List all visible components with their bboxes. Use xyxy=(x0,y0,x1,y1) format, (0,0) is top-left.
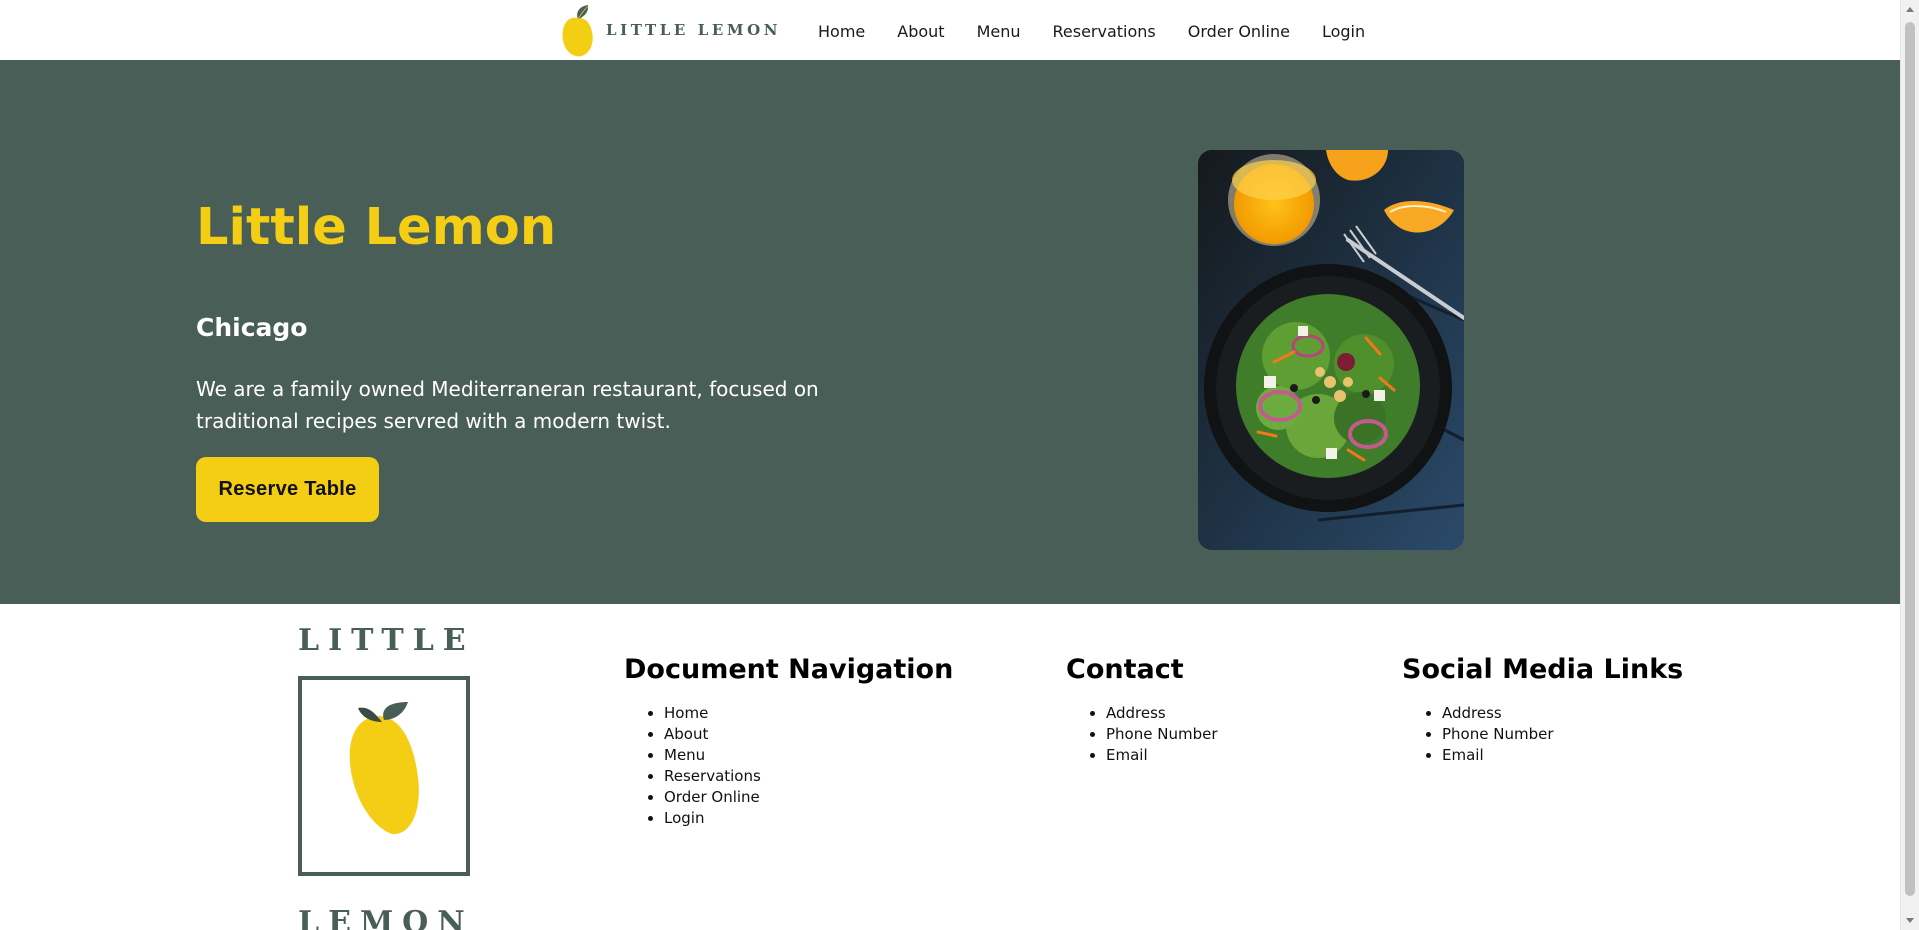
scroll-down-arrow-icon[interactable] xyxy=(1906,918,1914,923)
footer-social-column: Social Media Links Address Phone Number … xyxy=(1402,654,1683,766)
salad-photo-image xyxy=(1198,150,1464,550)
scroll-up-arrow-icon[interactable] xyxy=(1906,7,1914,12)
scrollbar-thumb[interactable] xyxy=(1905,22,1915,896)
main-nav: Home About Menu Reservations Order Onlin… xyxy=(818,0,1365,62)
footer-nav-home[interactable]: Home xyxy=(664,703,953,724)
hero-subtitle: Chicago xyxy=(196,313,308,342)
nav-home[interactable]: Home xyxy=(818,22,865,41)
footer-logo-top-word: LITTLE xyxy=(298,623,475,658)
reserve-table-button[interactable]: Reserve Table xyxy=(196,457,379,522)
footer-social-phone[interactable]: Phone Number xyxy=(1442,724,1683,745)
hero-food-photo xyxy=(1198,150,1464,550)
lemon-frame-icon xyxy=(298,676,470,876)
footer-navigation-column: Document Navigation Home About Menu Rese… xyxy=(624,654,953,829)
footer-nav-login[interactable]: Login xyxy=(664,808,953,829)
lemon-icon xyxy=(562,5,593,57)
page-scrollbar[interactable] xyxy=(1900,0,1919,930)
nav-menu[interactable]: Menu xyxy=(977,22,1021,41)
nav-reservations[interactable]: Reservations xyxy=(1053,22,1156,41)
nav-order-online[interactable]: Order Online xyxy=(1188,22,1290,41)
footer-social-email[interactable]: Email xyxy=(1442,745,1683,766)
nav-login[interactable]: Login xyxy=(1322,22,1365,41)
site-header: LITTLE LEMON Home About Menu Reservation… xyxy=(0,0,1900,60)
nav-about[interactable]: About xyxy=(897,22,944,41)
footer-navigation-heading: Document Navigation xyxy=(624,654,954,685)
brand-logo[interactable]: LITTLE LEMON xyxy=(560,2,781,58)
footer-contact-column: Contact Address Phone Number Email xyxy=(1066,654,1218,766)
footer-social-address[interactable]: Address xyxy=(1442,703,1683,724)
footer-contact-phone[interactable]: Phone Number xyxy=(1106,724,1218,745)
footer-nav-reservations[interactable]: Reservations xyxy=(664,766,953,787)
footer-social-list: Address Phone Number Email xyxy=(1402,703,1683,766)
site-footer: LITTLE LEMON Document Navigation Home Ab… xyxy=(0,604,1900,930)
footer-logo: LITTLE LEMON xyxy=(298,618,470,930)
footer-contact-list: Address Phone Number Email xyxy=(1066,703,1218,766)
hero-description: We are a family owned Mediterraneran res… xyxy=(196,377,819,433)
footer-social-heading: Social Media Links xyxy=(1402,654,1684,685)
footer-navigation-list: Home About Menu Reservations Order Onlin… xyxy=(624,703,953,829)
footer-nav-menu[interactable]: Menu xyxy=(664,745,953,766)
footer-contact-email[interactable]: Email xyxy=(1106,745,1218,766)
hero-title: Little Lemon xyxy=(196,198,557,257)
footer-contact-heading: Contact xyxy=(1066,654,1184,685)
footer-logo-bottom-word: LEMON xyxy=(298,905,474,930)
brand-name: LITTLE LEMON xyxy=(606,21,782,39)
footer-contact-address[interactable]: Address xyxy=(1106,703,1218,724)
hero-section: Little Lemon Chicago We are a family own… xyxy=(0,60,1900,604)
footer-nav-about[interactable]: About xyxy=(664,724,953,745)
footer-nav-order-online[interactable]: Order Online xyxy=(664,787,953,808)
